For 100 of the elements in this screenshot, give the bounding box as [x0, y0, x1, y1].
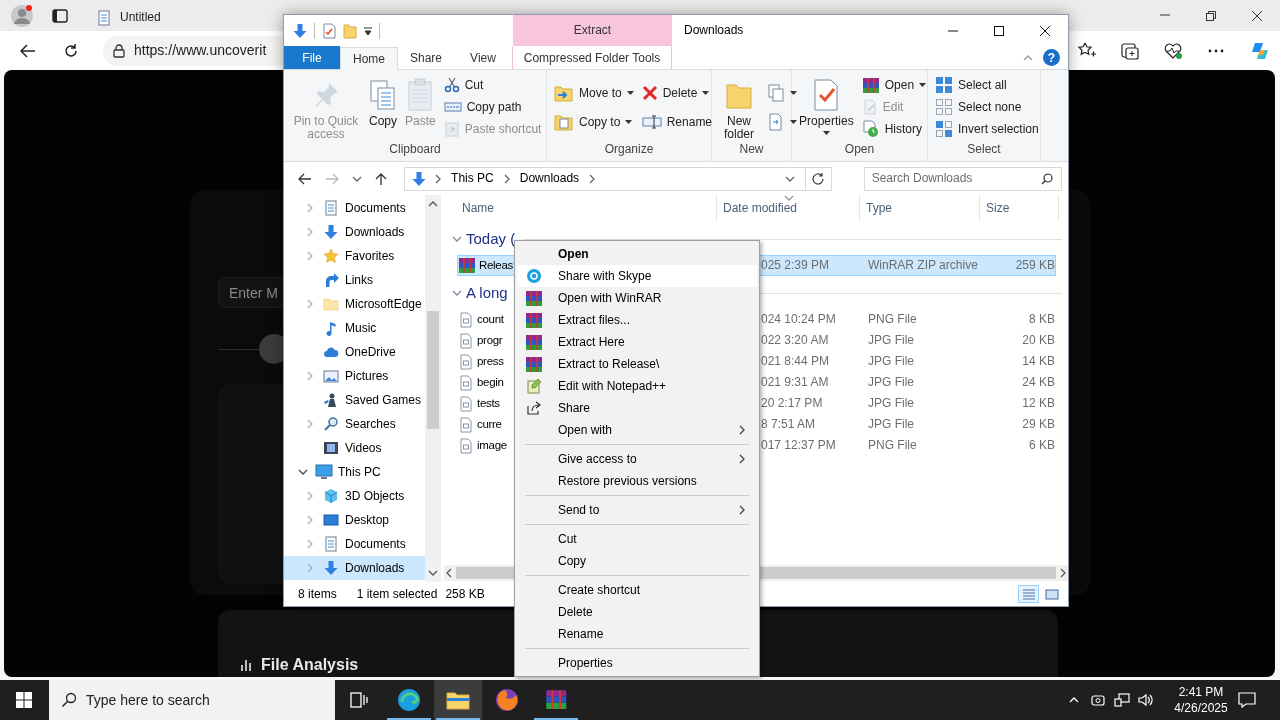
ribbon-button[interactable]: Delete — [638, 82, 716, 104]
menu-item[interactable]: Extract files... — [517, 309, 757, 331]
menu-item[interactable]: Rename — [517, 623, 757, 645]
ribbon-button[interactable]: Move to — [551, 82, 637, 104]
file-type: PNG File — [867, 438, 918, 453]
file-name: count — [477, 312, 504, 327]
ribbon-button[interactable]: Open — [858, 74, 930, 96]
tree-item[interactable]: Downloads — [284, 220, 425, 244]
ribbon-tab[interactable]: Home — [340, 47, 398, 70]
file-date: 025 2:39 PM — [760, 258, 831, 273]
menu-item[interactable]: Extract to Release\ — [517, 353, 757, 375]
file-date: 021 8:44 PM — [760, 354, 831, 369]
file-name: image — [477, 438, 507, 453]
ribbon-tab[interactable]: File — [284, 46, 340, 69]
file-name: press — [477, 354, 504, 369]
ribbon-button[interactable]: Invert selection — [932, 118, 1042, 140]
group-label: Select — [966, 142, 1002, 158]
column-header[interactable]: Date modified — [717, 195, 860, 221]
selection-count: 1 item selected — [356, 586, 438, 602]
breadcrumb[interactable]: This PC — [449, 171, 496, 186]
tree-item[interactable]: This PC — [284, 460, 425, 484]
tree-item[interactable]: Documents — [284, 532, 425, 556]
file-size: 6 KB — [1028, 438, 1055, 453]
tree-item[interactable]: MicrosoftEdge — [284, 292, 425, 316]
ribbon-button[interactable]: Select all — [932, 74, 1042, 96]
menu-item[interactable]: Edit with Notepad++ — [517, 375, 757, 397]
file-date: 017 12:37 PM — [760, 438, 837, 453]
menu-item[interactable]: Send to — [517, 499, 757, 521]
file-size: 20 KB — [1021, 333, 1055, 348]
menu-item[interactable]: Copy — [517, 550, 757, 572]
taskbar-search-field[interactable]: Type here to search — [49, 680, 335, 720]
tree-item[interactable]: Searches — [284, 412, 425, 436]
column-header[interactable]: Type — [860, 195, 980, 221]
ribbon-button[interactable]: Rename — [638, 111, 716, 133]
file-date: 021 9:31 AM — [760, 375, 830, 390]
ribbon-button[interactable]: Copy path — [440, 96, 545, 118]
clock-time: 2:41 PM — [1178, 684, 1224, 700]
file-type: JPG File — [867, 333, 915, 348]
file-size: 29 KB — [1021, 417, 1055, 432]
search-placeholder: Search Downloads — [871, 171, 973, 186]
menu-item[interactable]: Properties — [517, 652, 757, 674]
help-button[interactable]: ? — [1043, 49, 1060, 66]
tree-item[interactable]: OneDrive — [284, 340, 425, 364]
selection-size: 258 KB — [445, 586, 485, 602]
menu-item[interactable]: Share — [517, 397, 757, 419]
menu-item[interactable]: Extract Here — [517, 331, 757, 353]
menu-item[interactable]: Cut — [517, 528, 757, 550]
column-header[interactable]: Size — [980, 195, 1059, 221]
search-field[interactable]: Search Downloads — [863, 166, 1062, 191]
tree-item[interactable]: Documents — [284, 196, 425, 220]
file-date: 8 7:51 AM — [760, 417, 817, 432]
window-title: Downloads — [683, 22, 744, 40]
address-field[interactable]: This PC Downloads — [404, 166, 832, 191]
ribbon-button[interactable]: New folder — [716, 74, 762, 141]
group-header: A long — [466, 284, 508, 302]
file-date: 022 3:20 AM — [760, 333, 830, 348]
menu-item[interactable]: Open with WinRAR — [517, 287, 757, 309]
menu-item[interactable]: Create shortcut — [517, 579, 757, 601]
ribbon-button[interactable]: Copy — [366, 74, 400, 128]
ribbon-button[interactable]: Copy to — [551, 111, 637, 133]
tree-item[interactable]: Music — [284, 316, 425, 340]
ribbon-button[interactable]: History — [858, 118, 930, 140]
group-label: Clipboard — [388, 142, 442, 158]
breadcrumb[interactable]: Downloads — [517, 171, 582, 186]
menu-item[interactable]: Give access to — [517, 448, 757, 470]
file-size: 14 KB — [1021, 354, 1055, 369]
file-size: 259 KB — [1014, 258, 1055, 273]
contextual-tab-header: Extract — [513, 15, 672, 46]
tree-item[interactable]: 3D Objects — [284, 484, 425, 508]
ribbon-button[interactable]: Properties — [796, 74, 857, 135]
file-type: JPG File — [867, 396, 915, 411]
item-count: 8 items — [298, 586, 337, 602]
file-type: JPG File — [867, 375, 915, 390]
tree-item[interactable]: Saved Games — [284, 388, 425, 412]
file-name: tests — [477, 396, 500, 411]
group-label: New — [738, 142, 765, 158]
ribbon-tab[interactable]: Share — [398, 46, 454, 69]
ribbon-tab[interactable]: Compressed Folder Tools — [512, 46, 672, 69]
clock[interactable]: 2:41 PM 4/26/2025 — [1170, 680, 1232, 720]
file-type: PNG File — [867, 312, 918, 327]
file-name: begin — [477, 375, 504, 390]
tree-item[interactable]: Desktop — [284, 508, 425, 532]
search-placeholder: Type here to search — [86, 691, 210, 709]
ribbon-tab[interactable]: View — [454, 46, 512, 69]
menu-item[interactable]: Open — [517, 243, 757, 265]
menu-item[interactable]: Restore previous versions — [517, 470, 757, 492]
tree-item[interactable]: Videos — [284, 436, 425, 460]
ribbon-button[interactable]: Cut — [440, 74, 545, 96]
file-name: progr — [477, 333, 503, 348]
tree-item[interactable]: Pictures — [284, 364, 425, 388]
tree-item[interactable]: Links — [284, 268, 425, 292]
menu-item[interactable]: Delete — [517, 601, 757, 623]
tree-item[interactable]: Downloads — [284, 556, 425, 580]
ribbon-button[interactable]: Select none — [932, 96, 1042, 118]
file-date: 20 2:17 PM — [760, 396, 824, 411]
column-header[interactable]: Name — [444, 195, 717, 221]
file-size: 24 KB — [1021, 375, 1055, 390]
menu-item[interactable]: Share with Skype — [517, 265, 757, 287]
tree-item[interactable]: Favorites — [284, 244, 425, 268]
menu-item[interactable]: Open with — [517, 419, 757, 441]
